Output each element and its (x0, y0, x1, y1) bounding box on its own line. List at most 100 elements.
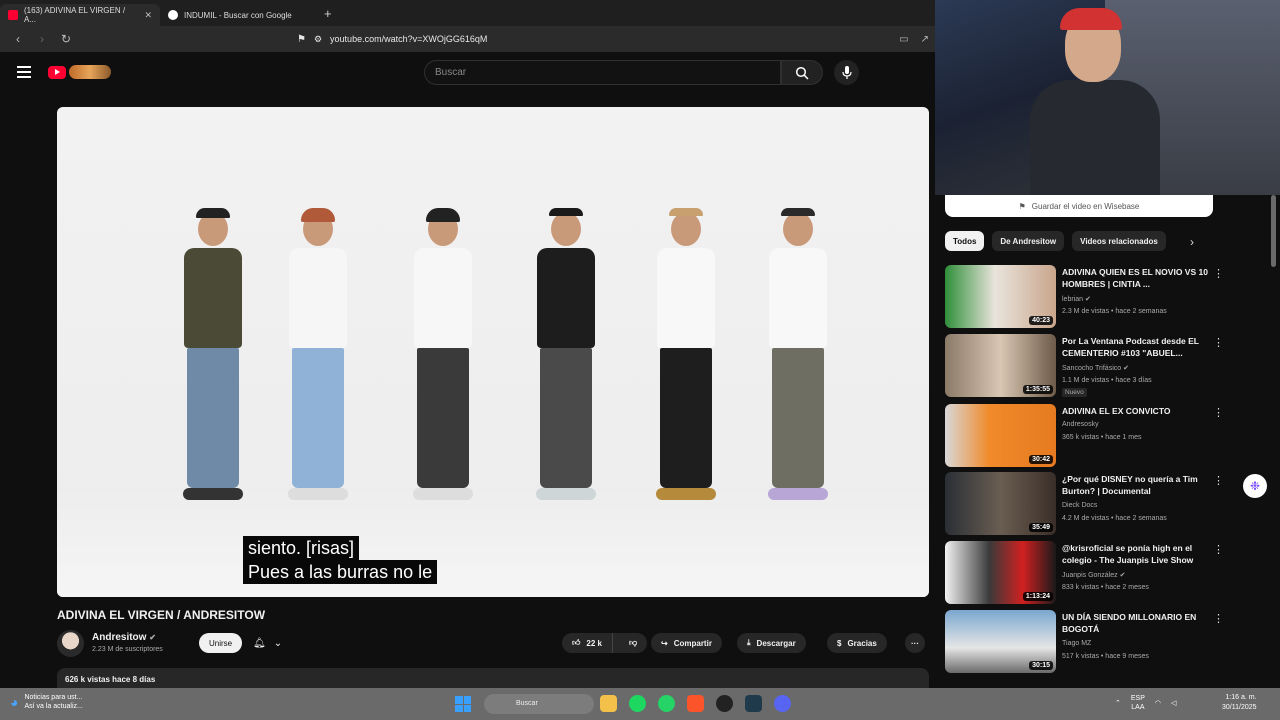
notifications-button[interactable]: 🔔︎ ⌄ (245, 633, 290, 653)
close-tab-icon[interactable]: ✕ (144, 10, 152, 21)
thanks-button[interactable]: $ Gracias (827, 633, 887, 653)
verified-icon: ✔ (1123, 365, 1129, 372)
more-vert-icon[interactable]: ⋮ (1213, 612, 1224, 625)
person-6 (767, 208, 829, 502)
search-icon (795, 66, 809, 80)
list-item[interactable]: 30:42 ADIVINA EL EX CONVICTO Andresosky … (945, 404, 1245, 468)
like-button[interactable]: 👍︎ 22 k (562, 633, 613, 653)
channel-avatar[interactable] (57, 630, 84, 657)
chip-todos[interactable]: Todos (945, 231, 985, 251)
discord-icon[interactable] (774, 695, 791, 712)
terminal-icon[interactable] (745, 695, 762, 712)
list-item[interactable]: 35:49 ¿Por qué DISNEY no quería a Tim Bu… (945, 472, 1245, 536)
rec-channel[interactable]: Dieck Docs (1062, 502, 1097, 509)
video-thumbnail[interactable]: 1:35:55 (945, 334, 1056, 397)
tab-youtube[interactable]: (163) ADIVINA EL VIRGEN / A... ✕ (0, 4, 160, 26)
description-box[interactable]: 626 k vistas hace 8 días (57, 668, 929, 688)
extension-icon: ❉ (1249, 479, 1261, 493)
rec-channel[interactable]: Sancocho Trifásico ✔ (1062, 364, 1129, 372)
microphone-icon (841, 66, 852, 79)
scrollbar-thumb[interactable] (1271, 195, 1276, 267)
chevron-right-icon[interactable]: › (1190, 235, 1194, 249)
rec-title[interactable]: ADIVINA EL EX CONVICTO (1062, 405, 1212, 417)
more-vert-icon[interactable]: ⋮ (1213, 474, 1224, 487)
rec-title[interactable]: ¿Por qué DISNEY no quería a Tim Burton? … (1062, 473, 1212, 497)
back-icon[interactable]: ‹ (12, 32, 24, 46)
chip-videos-relacionados[interactable]: Videos relacionados (1072, 231, 1166, 251)
webcam-overlay (935, 0, 1280, 195)
volume-icon[interactable]: ◁ (1171, 699, 1176, 707)
share-button[interactable]: ↪ Compartir (651, 633, 722, 653)
more-icon: ··· (911, 638, 919, 648)
rec-title[interactable]: UN DÍA SIENDO MILLONARIO EN BOGOTÁ (1062, 611, 1212, 635)
windows-start-icon[interactable] (455, 696, 471, 712)
more-vert-icon[interactable]: ⋮ (1213, 543, 1224, 556)
language-indicator[interactable]: ESP LAA (1131, 694, 1145, 712)
news-widget[interactable]: ◕ Noticias para ust... Así va la actuali… (10, 693, 83, 711)
search-input[interactable]: Buscar (424, 60, 781, 85)
menu-icon[interactable] (17, 66, 31, 81)
screen-cast-icon[interactable]: ▭ (899, 34, 908, 45)
video-thumbnail[interactable]: 30:15 (945, 610, 1056, 673)
voice-search-button[interactable] (834, 60, 859, 85)
rec-channel[interactable]: lebrian ✔ (1062, 295, 1091, 303)
site-info-icon[interactable]: ⚙ (314, 34, 322, 45)
download-button[interactable]: ⤓ Descargar (737, 633, 806, 653)
whatsapp-icon[interactable] (658, 695, 675, 712)
list-item[interactable]: 30:15 UN DÍA SIENDO MILLONARIO EN BOGOTÁ… (945, 610, 1245, 674)
join-button[interactable]: Unirse (199, 633, 243, 653)
share-page-icon[interactable]: ↗ (921, 34, 929, 45)
list-item[interactable]: 1:13:24 @krisroficial se ponía high en e… (945, 541, 1245, 605)
file-explorer-icon[interactable] (600, 695, 617, 712)
video-thumbnail[interactable]: 40:23 (945, 265, 1056, 328)
google-favicon-icon (168, 10, 178, 20)
video-thumbnail[interactable]: 30:42 (945, 404, 1056, 467)
reload-icon[interactable]: ↻ (60, 32, 72, 46)
more-vert-icon[interactable]: ⋮ (1213, 406, 1224, 419)
scrollbar[interactable] (1270, 195, 1278, 688)
app-icon[interactable] (716, 695, 733, 712)
wisebase-banner[interactable]: ⚑ Guardar el video en Wisebase (945, 195, 1213, 217)
duration-badge: 30:42 (1029, 455, 1053, 464)
rec-channel[interactable]: Juanpis González ✔ (1062, 571, 1125, 579)
browser-tab-strip: (163) ADIVINA EL VIRGEN / A... ✕ INDUMIL… (0, 0, 935, 26)
extension-button[interactable]: ❉ (1243, 474, 1267, 498)
wifi-icon[interactable]: ◠ (1155, 699, 1161, 707)
list-item[interactable]: 40:23 ADIVINA QUIEN ES EL NOVIO VS 10 HO… (945, 265, 1245, 329)
youtube-header: Buscar (0, 52, 935, 92)
clock-date: 30/11/2025 (1222, 704, 1257, 711)
more-vert-icon[interactable]: ⋮ (1213, 267, 1224, 280)
view-count-date: 626 k vistas hace 8 días (65, 675, 156, 684)
more-vert-icon[interactable]: ⋮ (1213, 336, 1224, 349)
rec-channel[interactable]: Tiago MZ (1062, 640, 1091, 647)
youtube-logo[interactable] (48, 65, 111, 79)
channel-name[interactable]: Andresitow ✔ (92, 632, 156, 643)
chip-de-andresitow[interactable]: De Andresitow (992, 231, 1065, 251)
url-field[interactable]: youtube.com/watch?v=XWOjGG616qM (330, 34, 487, 44)
bookmark-icon[interactable]: ⚑ (297, 34, 306, 45)
video-thumbnail[interactable]: 35:49 (945, 472, 1056, 535)
spotify-icon[interactable] (629, 695, 646, 712)
chevron-up-icon[interactable]: ⌃ (1115, 699, 1121, 707)
video-thumbnail[interactable]: 1:13:24 (945, 541, 1056, 604)
rec-title[interactable]: ADIVINA QUIEN ES EL NOVIO VS 10 HOMBRES … (1062, 266, 1212, 290)
dislike-button[interactable]: 👎︎ (619, 638, 647, 648)
forward-icon[interactable]: › (36, 32, 48, 46)
list-item[interactable]: 1:35:55 Por La Ventana Podcast desde EL … (945, 334, 1245, 398)
rec-channel[interactable]: Andresosky (1062, 421, 1099, 428)
rec-title[interactable]: @krisroficial se ponía high en el colegi… (1062, 542, 1212, 566)
brave-icon[interactable] (687, 695, 704, 712)
more-actions-button[interactable]: ··· (905, 633, 925, 653)
video-player[interactable]: siento. [risas] Pues a las burras no le (57, 107, 929, 597)
clock[interactable]: 1:16 a. m. 30/11/2025 (1222, 693, 1257, 713)
like-count: 22 k (586, 638, 602, 648)
tab-google[interactable]: INDUMIL - Buscar con Google (160, 4, 320, 26)
new-tab-button[interactable]: + (324, 6, 332, 21)
taskbar-search[interactable]: Buscar (484, 694, 594, 714)
rec-title[interactable]: Por La Ventana Podcast desde EL CEMENTER… (1062, 335, 1212, 359)
lang-code: ESP (1130, 695, 1145, 702)
caption-line-1: siento. [risas] (243, 536, 360, 560)
video-captions: siento. [risas] Pues a las burras no le (243, 536, 438, 584)
rec-meta: 517 k vistas • hace 9 meses (1062, 653, 1149, 660)
search-button[interactable] (781, 60, 823, 85)
